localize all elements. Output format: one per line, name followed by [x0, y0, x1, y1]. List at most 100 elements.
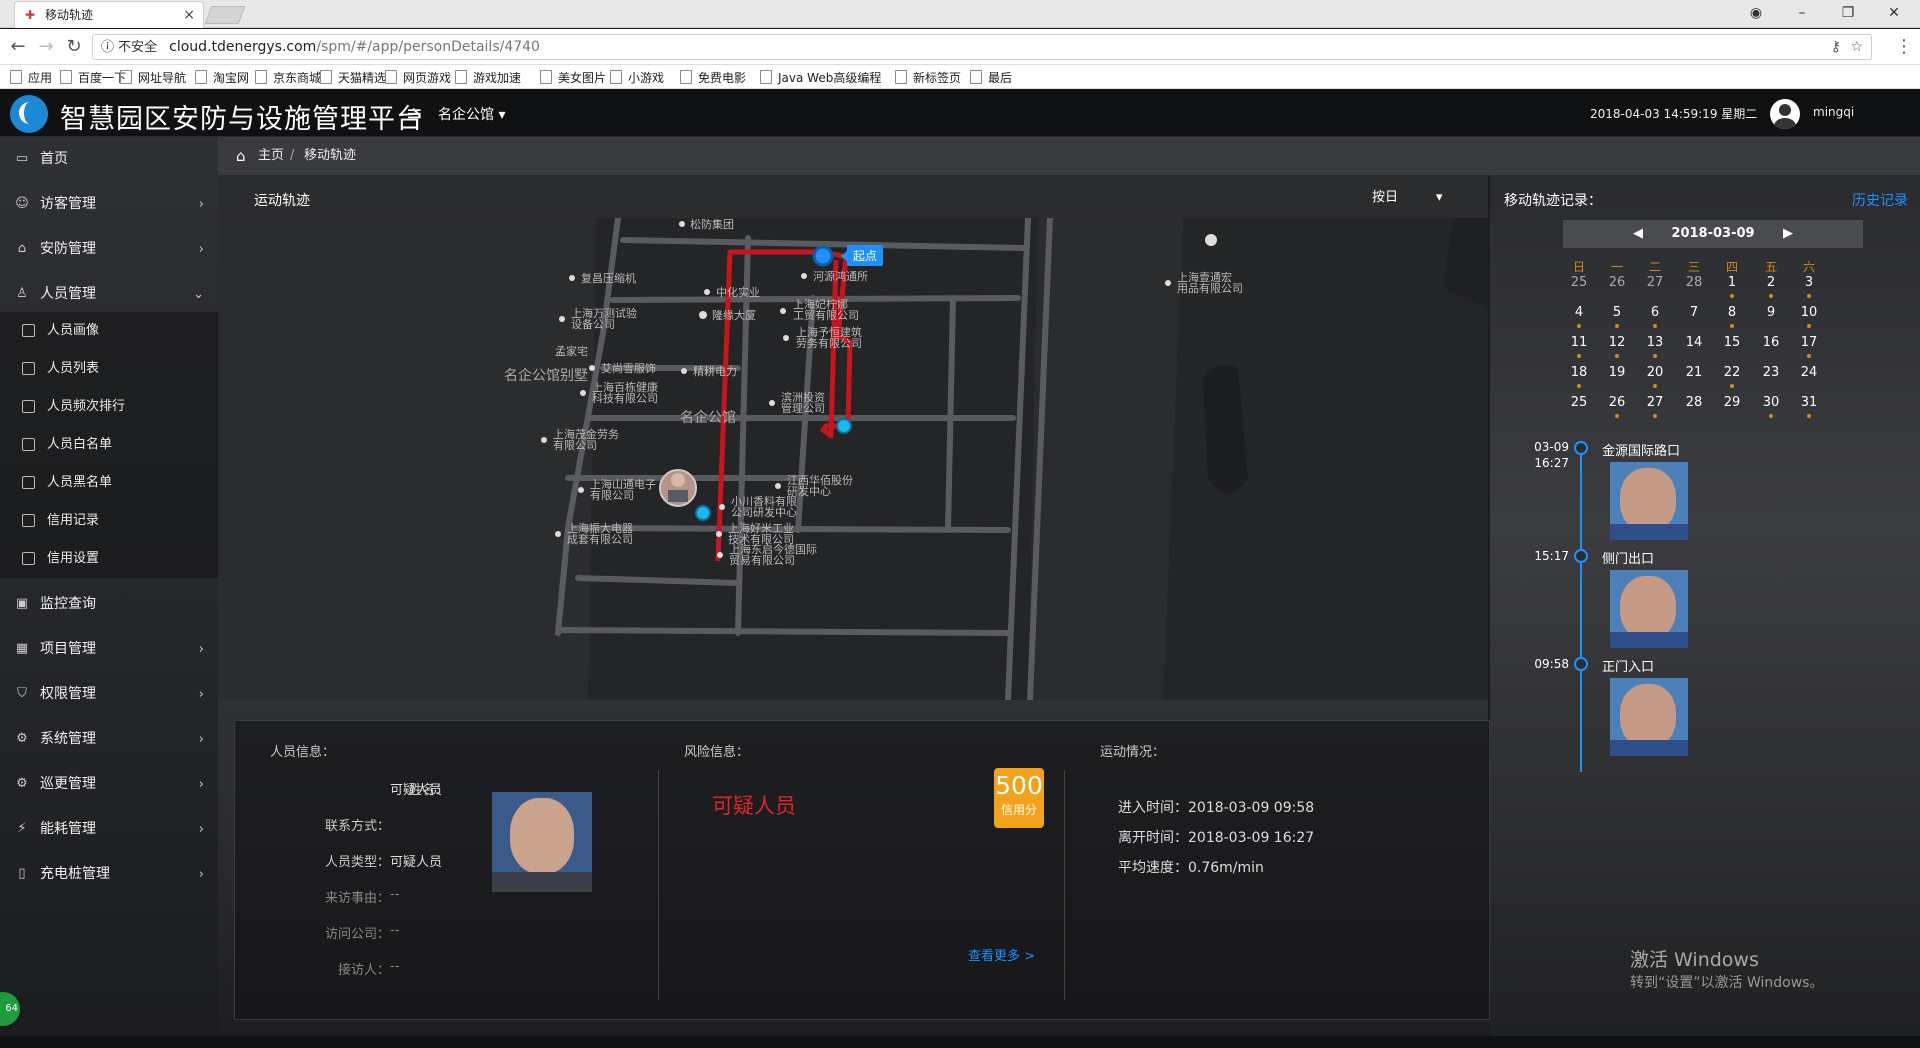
sidebar-item-system[interactable]: ⚙ 系统管理 › [0, 717, 218, 762]
reload-icon[interactable]: ↻ [62, 35, 86, 59]
calendar-day[interactable]: 25 [1560, 270, 1598, 296]
username[interactable]: mingqi [1813, 105, 1854, 119]
bookmark-item[interactable]: 游戏加速 [455, 69, 521, 86]
timeline-node[interactable] [1574, 549, 1588, 563]
breadcrumb-home[interactable]: 主页 [258, 137, 284, 175]
calendar-day[interactable]: 10 [1790, 300, 1828, 328]
sidebar-item-monitor[interactable]: ▣ 监控查询 [0, 582, 218, 627]
timeline-photo[interactable] [1610, 678, 1688, 756]
sidebar-item-charger[interactable]: ▯ 充电桩管理 › [0, 852, 218, 897]
calendar-day[interactable]: 12 [1598, 330, 1636, 358]
calendar-day[interactable]: 29 [1713, 390, 1751, 416]
sidebar-subitem[interactable]: 人员画像 [0, 312, 218, 350]
venue-dropdown[interactable]: 名企公馆 ▾ [438, 104, 505, 124]
calendar-day[interactable]: 19 [1598, 360, 1636, 386]
start-point[interactable] [812, 245, 834, 267]
back-icon[interactable]: ← [6, 35, 30, 59]
browser-tab[interactable]: ✚ 移动轨迹 × [14, 1, 204, 28]
sidebar-item-visitor[interactable]: ☺ 访客管理 › [0, 182, 218, 227]
history-link[interactable]: 历史记录 [1852, 190, 1908, 210]
calendar-day[interactable]: 1 [1713, 270, 1751, 298]
bookmark-item[interactable]: 百度一下 [60, 69, 126, 86]
bookmark-item[interactable]: 新标签页 [895, 69, 961, 86]
map-zoom-icon[interactable] [1205, 234, 1217, 246]
hamburger-icon[interactable]: ≡ [406, 101, 423, 125]
view-more-link[interactable]: 查看更多 > [968, 945, 1035, 964]
end-point[interactable] [695, 505, 711, 521]
calendar-day[interactable]: 27 [1636, 390, 1674, 418]
calendar-day[interactable]: 2 [1752, 270, 1790, 298]
sidebar-item-personnel[interactable]: ♙ 人员管理 ⌄ [0, 272, 218, 317]
sidebar-subitem[interactable]: 信用记录 [0, 502, 218, 540]
sidebar-subitem[interactable]: 人员白名单 [0, 426, 218, 464]
calendar-day[interactable]: 11 [1560, 330, 1598, 358]
minimize-icon[interactable]: – [1790, 3, 1814, 23]
bookmark-item[interactable]: 网址导航 [120, 69, 186, 86]
home-icon[interactable]: ⌂ [236, 137, 246, 175]
forward-icon[interactable]: → [34, 35, 58, 59]
bookmark-item[interactable]: 淘宝网 [195, 69, 249, 86]
calendar-day[interactable]: 16 [1752, 330, 1790, 356]
bookmark-item[interactable]: 美女图片 [540, 69, 606, 86]
calendar-day[interactable]: 20 [1636, 360, 1674, 388]
sidebar-item-project[interactable]: ▦ 项目管理 › [0, 627, 218, 672]
calendar-day[interactable]: 14 [1675, 330, 1713, 356]
calendar-day[interactable]: 17 [1790, 330, 1828, 358]
tab-close-icon[interactable]: × [183, 2, 195, 28]
key-icon[interactable]: ⚷ [1831, 35, 1841, 59]
mode-select[interactable]: 按日 ▾ [1372, 186, 1443, 205]
sidebar-subitem[interactable]: 人员黑名单 [0, 464, 218, 502]
calendar-day[interactable]: 7 [1675, 300, 1713, 326]
new-tab-button[interactable] [204, 6, 246, 24]
calendar-day[interactable]: 25 [1560, 390, 1598, 416]
calendar-day[interactable]: 8 [1713, 300, 1751, 328]
bookmark-item[interactable]: Java Web高级编程 [760, 69, 881, 86]
calendar-day[interactable]: 5 [1598, 300, 1636, 328]
bookmark-item[interactable]: 应用 [10, 69, 52, 86]
sidebar-subitem[interactable]: 信用设置 [0, 540, 218, 578]
prev-month-icon[interactable]: ◀ [1633, 220, 1643, 248]
calendar-day[interactable]: 24 [1790, 360, 1828, 386]
timeline-photo[interactable] [1610, 570, 1688, 648]
calendar-day[interactable]: 3 [1790, 270, 1828, 298]
waypoint-marker[interactable] [836, 418, 852, 434]
calendar-day-selected[interactable]: 9 [1752, 297, 1790, 326]
sidebar-subitem[interactable]: 人员频次排行 [0, 388, 218, 426]
sidebar-item-energy[interactable]: ⚡ 能耗管理 › [0, 807, 218, 852]
sidebar-subitem[interactable]: 人员列表 [0, 350, 218, 388]
calendar-day[interactable]: 28 [1675, 390, 1713, 416]
bookmark-item[interactable]: 最后 [970, 69, 1012, 86]
bookmark-item[interactable]: 小游戏 [610, 69, 664, 86]
window-close-icon[interactable]: ✕ [1882, 3, 1906, 23]
bookmark-item[interactable]: 免费电影 [680, 69, 746, 86]
calendar-day[interactable]: 4 [1560, 300, 1598, 328]
sidebar-item-permission[interactable]: ⛉ 权限管理 › [0, 672, 218, 717]
sidebar-item-patrol[interactable]: ⚙ 巡更管理 › [0, 762, 218, 807]
profile-icon[interactable]: ◉ [1744, 3, 1768, 23]
next-month-icon[interactable]: ▶ [1783, 220, 1793, 248]
menu-dots-icon[interactable]: ⋮ [1892, 35, 1916, 59]
insecure-label[interactable]: ⓘ 不安全 [101, 40, 157, 55]
calendar-day[interactable]: 27 [1636, 270, 1674, 296]
calendar-day[interactable]: 21 [1675, 360, 1713, 386]
avatar[interactable] [1770, 99, 1800, 129]
calendar-day[interactable]: 31 [1790, 390, 1828, 418]
calendar-day[interactable]: 30 [1752, 390, 1790, 418]
sidebar-item-home[interactable]: ▭ 首页 [0, 137, 218, 182]
restore-icon[interactable]: ❐ [1836, 3, 1860, 23]
calendar-day[interactable]: 13 [1636, 330, 1674, 358]
star-icon[interactable]: ☆ [1850, 35, 1863, 59]
timeline-photo[interactable] [1610, 462, 1688, 540]
person-photo[interactable] [492, 792, 592, 892]
calendar-day[interactable]: 26 [1598, 270, 1636, 296]
bookmark-item[interactable]: 网页游戏 [385, 69, 451, 86]
trajectory-map[interactable]: 松防集团 复昌压缩机 上海万测试验 设备公司 中化实业 河源鸿通所 隆缘大厦 上海… [218, 218, 1488, 700]
calendar-day[interactable]: 23 [1752, 360, 1790, 386]
calendar-day[interactable]: 18 [1560, 360, 1598, 388]
address-input[interactable]: ⓘ 不安全 cloud.tdenergys.com/spm/#/app/perso… [92, 34, 1872, 60]
calendar-day[interactable]: 22 [1713, 360, 1751, 388]
timeline-node[interactable] [1574, 657, 1588, 671]
bookmark-item[interactable]: 天猫精选 [320, 69, 386, 86]
calendar-day[interactable]: 6 [1636, 300, 1674, 328]
calendar-day[interactable]: 28 [1675, 270, 1713, 296]
